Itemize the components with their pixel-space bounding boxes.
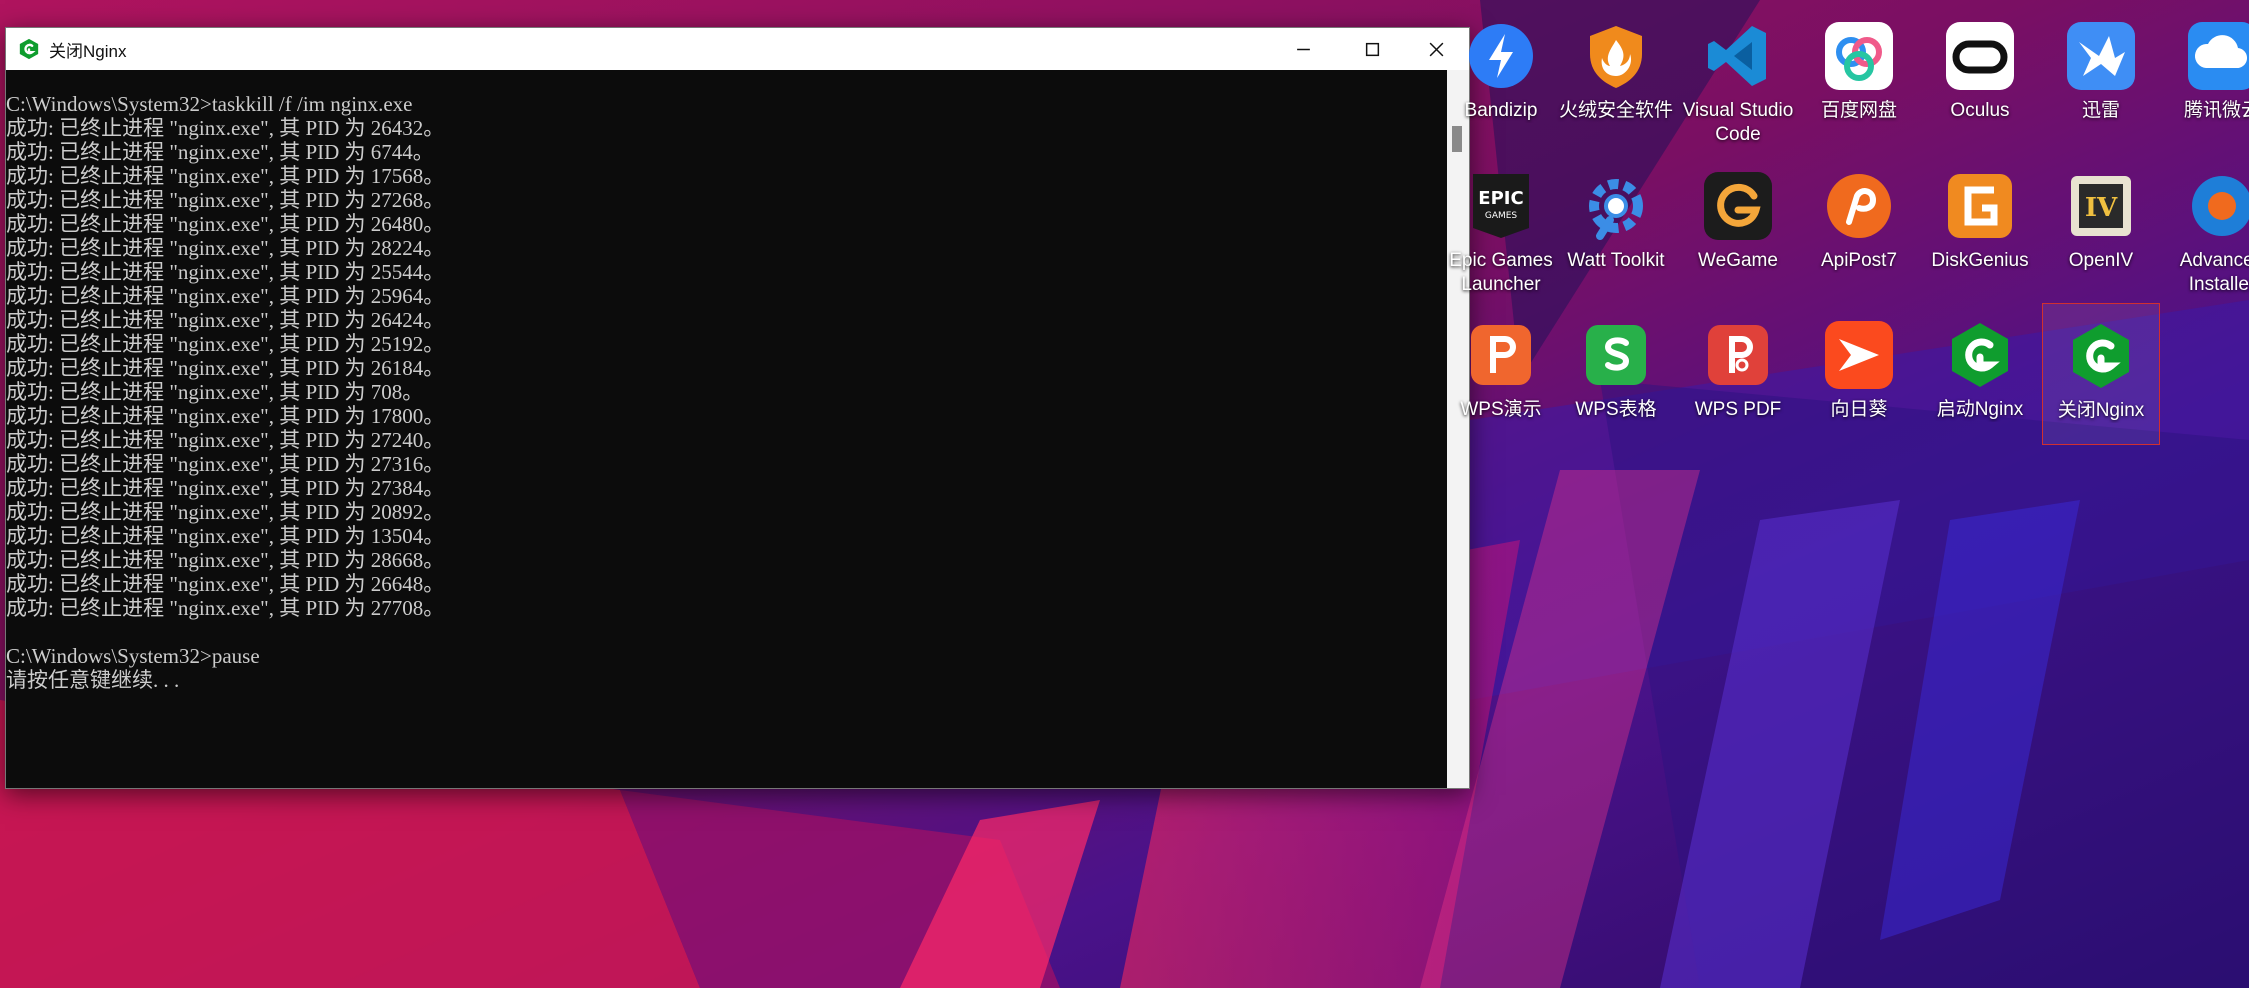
desktop-icon-label: WPS PDF bbox=[1694, 399, 1782, 420]
desktop-icon-apipost[interactable]: ApiPost7 bbox=[1800, 154, 1918, 296]
svg-text:GAMES: GAMES bbox=[1485, 211, 1518, 221]
console-line: 成功: 已终止进程 "nginx.exe", 其 PID 为 27240。 bbox=[6, 428, 445, 452]
desktop-icon-baidu-netdisk[interactable]: 百度网盘 bbox=[1800, 4, 1918, 146]
nginx-icon bbox=[19, 38, 39, 60]
console-line: 成功: 已终止进程 "nginx.exe", 其 PID 为 26648。 bbox=[6, 572, 445, 596]
desktop-icon-label: DiskGenius bbox=[1931, 250, 2029, 271]
oculus-icon bbox=[1944, 20, 2016, 92]
console-line: 成功: 已终止进程 "nginx.exe", 其 PID 为 708。 bbox=[6, 380, 424, 404]
desktop-icon-label: WPS表格 bbox=[1575, 399, 1657, 420]
desktop-icon-label: Bandizip bbox=[1464, 100, 1538, 121]
desktop-icon-vscode[interactable]: Visual Studio Code bbox=[1679, 4, 1797, 146]
maximize-icon bbox=[1365, 42, 1380, 56]
console-line: 成功: 已终止进程 "nginx.exe", 其 PID 为 28224。 bbox=[6, 236, 445, 260]
console-line: 成功: 已终止进程 "nginx.exe", 其 PID 为 28668。 bbox=[6, 548, 445, 572]
nginx-icon bbox=[2065, 320, 2137, 392]
desktop-icon-label: 启动Nginx bbox=[1936, 399, 2024, 420]
desktop-icon-label: Visual Studio Code bbox=[1682, 100, 1794, 145]
desktop-icon-label: 腾讯微云 bbox=[2183, 100, 2249, 121]
wps-presentation-icon bbox=[1465, 319, 1537, 391]
console-line: C:\Windows\System32>taskkill /f /im ngin… bbox=[6, 92, 413, 116]
desktop-icon-openiv[interactable]: IV OpenIV bbox=[2042, 154, 2160, 296]
desktop-icon-advanced-installer[interactable]: Advanced Installer bbox=[2163, 154, 2249, 296]
desktop-icon-label: 向日葵 bbox=[1830, 399, 1888, 420]
nginx-icon bbox=[1944, 319, 2016, 391]
console-line: 成功: 已终止进程 "nginx.exe", 其 PID 为 26480。 bbox=[6, 212, 445, 236]
desktop-icon-label: ApiPost7 bbox=[1820, 250, 1898, 271]
desktop-icon-label: Oculus bbox=[1950, 100, 2010, 121]
maximize-button[interactable] bbox=[1338, 28, 1407, 70]
apipost-icon bbox=[1823, 170, 1895, 242]
window-title: 关闭Nginx bbox=[49, 41, 127, 61]
console-line: 成功: 已终止进程 "nginx.exe", 其 PID 为 25544。 bbox=[6, 260, 445, 284]
desktop-icon-label: WPS演示 bbox=[1460, 399, 1542, 420]
sunlogin-icon bbox=[1823, 319, 1895, 391]
console-line: 成功: 已终止进程 "nginx.exe", 其 PID 为 26424。 bbox=[6, 308, 445, 332]
desktop-icon-oculus[interactable]: Oculus bbox=[1921, 4, 2039, 146]
desktop-icon-weiyun[interactable]: 腾讯微云 bbox=[2163, 4, 2249, 146]
wps-spreadsheet-icon bbox=[1580, 319, 1652, 391]
desktop-icon-label: 关闭Nginx bbox=[2057, 400, 2145, 421]
bandizip-icon bbox=[1465, 20, 1537, 92]
console-line: 成功: 已终止进程 "nginx.exe", 其 PID 为 26432。 bbox=[6, 116, 445, 140]
desktop-icon-label: 百度网盘 bbox=[1820, 100, 1897, 121]
desktop-icon-wps-spreadsheet[interactable]: WPS表格 bbox=[1557, 303, 1675, 445]
desktop-icon-label: Epic Games Launcher bbox=[1449, 250, 1553, 295]
desktop-icon-xunlei[interactable]: 迅雷 bbox=[2042, 4, 2160, 146]
desktop-icon-wegame[interactable]: WeGame bbox=[1679, 154, 1797, 296]
baidu-netdisk-icon bbox=[1823, 20, 1895, 92]
diskgenius-icon bbox=[1944, 170, 2016, 242]
console-output[interactable]: C:\Windows\System32>taskkill /f /im ngin… bbox=[6, 70, 1448, 788]
desktop-icon-label: Advanced Installer bbox=[2179, 250, 2249, 295]
desktop-icon-huorong[interactable]: 火绒安全软件 bbox=[1557, 4, 1675, 146]
desktop-icon-sunlogin[interactable]: 向日葵 bbox=[1800, 303, 1918, 445]
console-window[interactable]: 关闭Nginx C:\Windows\System32>taskkill /f … bbox=[5, 27, 1470, 789]
console-line: 成功: 已终止进程 "nginx.exe", 其 PID 为 6744。 bbox=[6, 140, 434, 164]
desktop-icon-label: WeGame bbox=[1698, 250, 1778, 271]
console-line: 成功: 已终止进程 "nginx.exe", 其 PID 为 26184。 bbox=[6, 356, 445, 380]
desktop-icon-label: 迅雷 bbox=[2081, 100, 2120, 121]
huorong-icon bbox=[1580, 20, 1652, 92]
console-line: C:\Windows\System32>pause bbox=[6, 644, 260, 668]
desktop-icon-label: 火绒安全软件 bbox=[1558, 100, 1673, 121]
console-line: 请按任意键继续. . . bbox=[6, 668, 180, 692]
console-text: C:\Windows\System32>taskkill /f /im ngin… bbox=[6, 70, 1448, 692]
desktop-icon-label: Watt Toolkit bbox=[1567, 250, 1665, 271]
advanced-installer-icon bbox=[2186, 170, 2249, 242]
desktop-icon-nginx[interactable]: 启动Nginx bbox=[1921, 303, 2039, 445]
desktop-icon-epic-games[interactable]: EPIC GAMES Epic Games Launcher bbox=[1442, 154, 1560, 296]
svg-text:EPIC: EPIC bbox=[1478, 188, 1523, 209]
wegame-icon bbox=[1702, 170, 1774, 242]
minimize-button[interactable] bbox=[1269, 28, 1338, 70]
console-line: 成功: 已终止进程 "nginx.exe", 其 PID 为 27268。 bbox=[6, 188, 445, 212]
openiv-icon: IV bbox=[2065, 170, 2137, 242]
desktop-icon-diskgenius[interactable]: DiskGenius bbox=[1921, 154, 2039, 296]
minimize-icon bbox=[1297, 48, 1310, 50]
console-line: 成功: 已终止进程 "nginx.exe", 其 PID 为 17800。 bbox=[6, 404, 445, 428]
desktop-icon-wps-presentation[interactable]: WPS演示 bbox=[1442, 303, 1560, 445]
wps-pdf-icon bbox=[1702, 319, 1774, 391]
title-bar[interactable]: 关闭Nginx bbox=[6, 28, 1469, 70]
desktop-icon-bandizip[interactable]: Bandizip bbox=[1442, 4, 1560, 146]
console-line: 成功: 已终止进程 "nginx.exe", 其 PID 为 27708。 bbox=[6, 596, 445, 620]
console-line: 成功: 已终止进程 "nginx.exe", 其 PID 为 13504。 bbox=[6, 524, 445, 548]
svg-text:IV: IV bbox=[2085, 193, 2118, 223]
console-line: 成功: 已终止进程 "nginx.exe", 其 PID 为 17568。 bbox=[6, 164, 445, 188]
console-line: 成功: 已终止进程 "nginx.exe", 其 PID 为 25192。 bbox=[6, 332, 445, 356]
desktop-icon-watt-toolkit[interactable]: Watt Toolkit bbox=[1557, 154, 1675, 296]
epic-games-icon: EPIC GAMES bbox=[1465, 170, 1537, 242]
desktop-icon-wps-pdf[interactable]: WPS PDF bbox=[1679, 303, 1797, 445]
weiyun-icon bbox=[2186, 20, 2249, 92]
vscode-icon bbox=[1702, 20, 1774, 92]
console-line: 成功: 已终止进程 "nginx.exe", 其 PID 为 27316。 bbox=[6, 452, 445, 476]
desktop-icon-nginx[interactable]: 关闭Nginx bbox=[2042, 303, 2160, 445]
console-line: 成功: 已终止进程 "nginx.exe", 其 PID 为 27384。 bbox=[6, 476, 445, 500]
watt-toolkit-icon bbox=[1580, 170, 1652, 242]
console-line: 成功: 已终止进程 "nginx.exe", 其 PID 为 25964。 bbox=[6, 284, 445, 308]
xunlei-icon bbox=[2065, 20, 2137, 92]
desktop-icon-label: OpenIV bbox=[2068, 250, 2134, 271]
console-line: 成功: 已终止进程 "nginx.exe", 其 PID 为 20892。 bbox=[6, 500, 445, 524]
